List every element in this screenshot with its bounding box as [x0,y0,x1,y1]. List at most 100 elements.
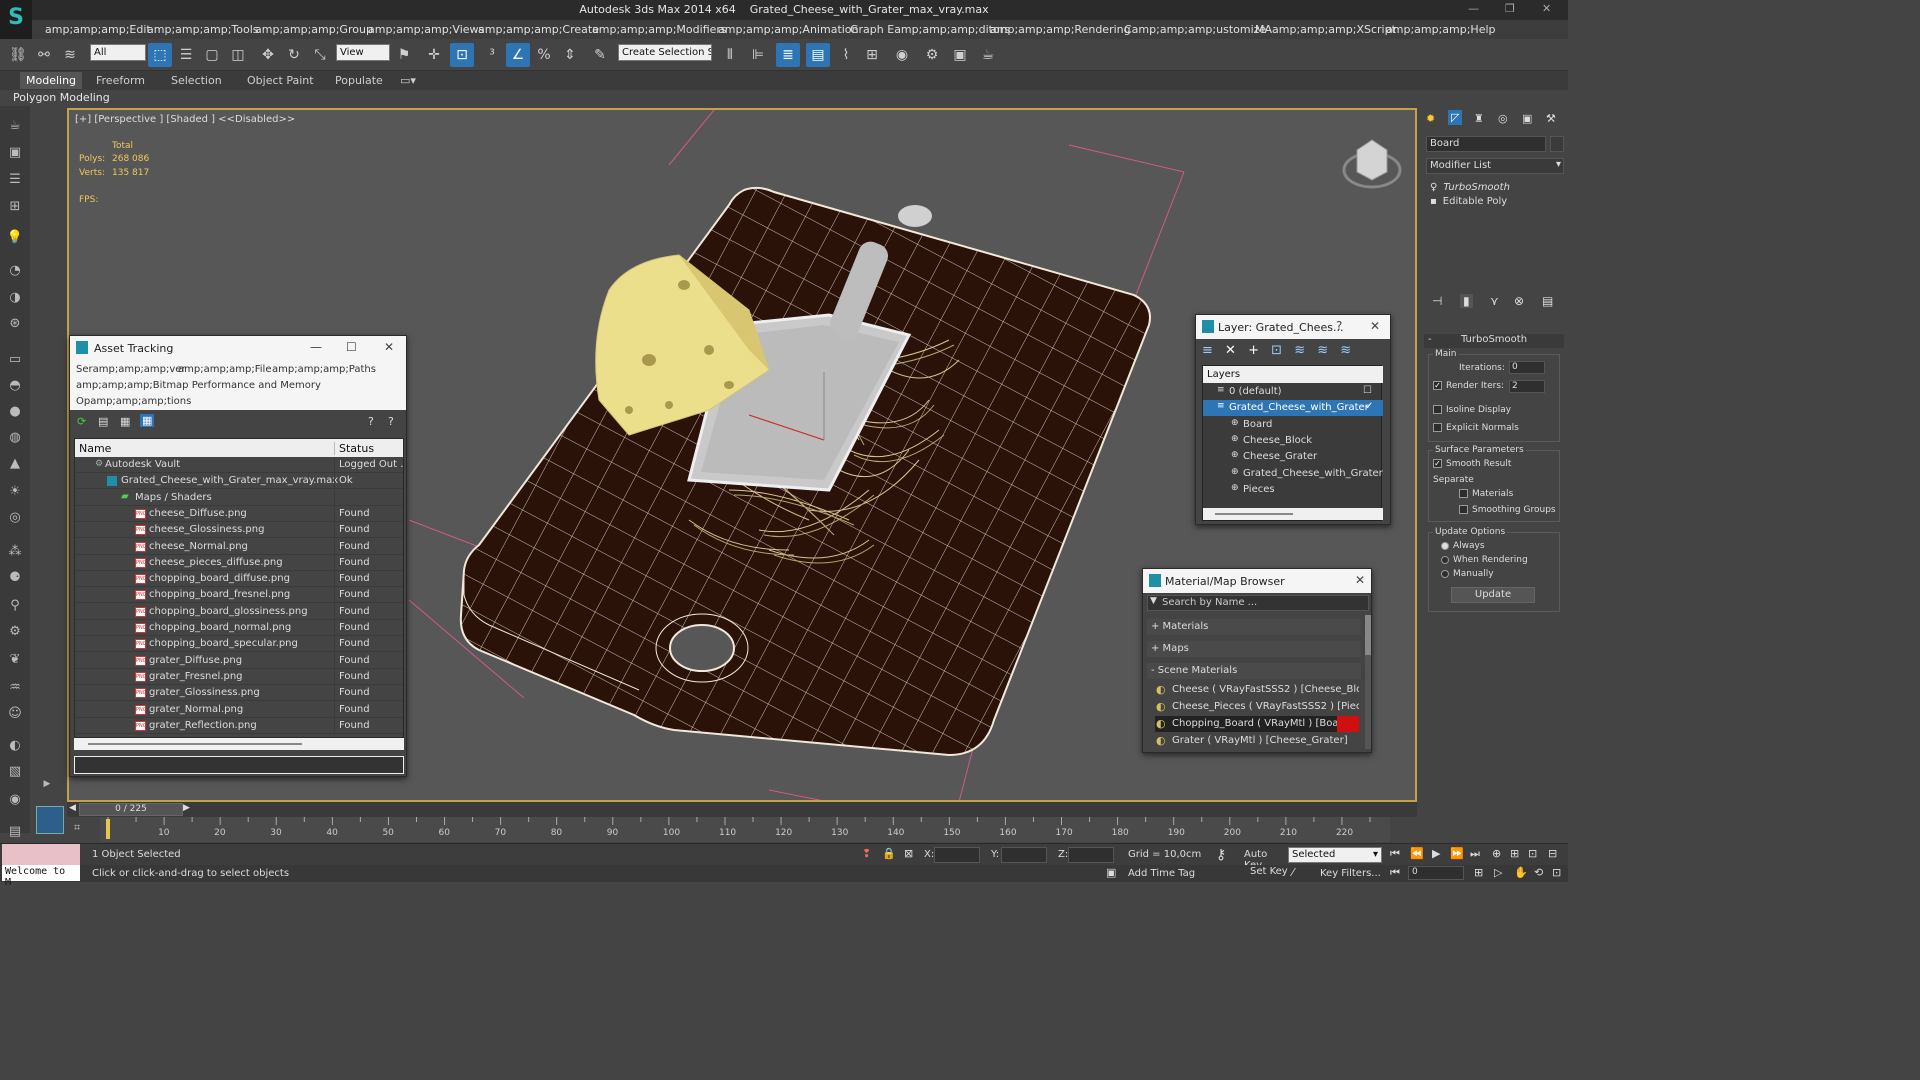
scene-material-item[interactable]: ◐ Chopping_Board ( VRayMtl ) [Board] [1155,716,1359,732]
layer-object-row[interactable]: ⊕ Grated_Cheese_with_Grater [1203,466,1383,482]
goto-end-icon[interactable]: ⏭ [1470,847,1480,861]
select-layer-icon[interactable]: ⊡ [1271,343,1282,358]
menu-file[interactable]: amp;amp;amp;File [178,364,272,375]
stack-item-turbosmooth[interactable]: ♀ TurboSmooth [1426,182,1564,196]
align-icon[interactable]: ⊫ [746,43,770,67]
hair-icon[interactable]: ♒ [5,678,25,698]
menu-views[interactable]: amp;amp;amp;Views [368,23,484,36]
table-row[interactable]: PNG chopping_board_glossiness.png Found [75,603,403,620]
time-slider-thumb[interactable]: 0 / 225 [79,803,183,816]
snap-toggle-icon[interactable]: ³ [480,43,504,67]
layer-object-row[interactable]: ⊕ Pieces [1203,482,1383,498]
render-icon[interactable]: ◉ [5,790,25,810]
material-browser-header[interactable]: Material/Map Browser ✕ [1143,569,1371,593]
biped-icon[interactable]: ⚲ [5,596,25,616]
rendered-frame-window-icon[interactable]: ▣ [948,43,972,67]
display-tab-icon[interactable]: ▣ [1522,112,1532,125]
rotate-icon[interactable]: ↻ [282,43,306,67]
current-layer-check-icon[interactable]: ✓ [1365,401,1373,412]
scale-icon[interactable]: ⤡ [308,43,332,67]
current-frame-field[interactable]: 0 [1408,866,1464,880]
layer-row[interactable]: ≡ Grated_Cheese_with_Grater ✓ [1203,400,1383,417]
table-row[interactable]: PNG chopping_board_fresnel.png Found [75,587,403,604]
script-icon[interactable]: ▤ [5,822,25,842]
gear-icon[interactable]: ⚙ [5,622,25,642]
select-object-icon[interactable]: ⬚ [148,43,172,67]
options-icon[interactable]: ? [388,415,394,428]
table-row[interactable]: PNG chopping_board_diffuse.png Found [75,571,403,588]
globe-icon[interactable]: ◐ [5,736,25,756]
material-search[interactable]: ▼ Search by Name ... [1147,595,1369,611]
menu-rendering[interactable]: amp;amp;amp;Rendering [990,23,1131,36]
tab-modeling[interactable]: Modeling [20,72,83,89]
schematic-view-icon[interactable]: ⊞ [860,43,884,67]
when-rendering-radio[interactable]: When Rendering [1441,555,1528,565]
edit-named-selection-icon[interactable]: ✎ [588,43,612,67]
light-icon[interactable]: 💡 [5,228,25,248]
rectangular-selection-icon[interactable]: ▢ [200,43,224,67]
plant-icon[interactable]: ❦ [5,650,25,670]
grid-icon[interactable]: ⊞ [5,197,25,217]
set-key-icon[interactable]: ⁄ [1292,866,1294,879]
time-slider[interactable]: ◀ 0 / 225 ▶ [67,802,1417,817]
goto-start-icon[interactable]: ⏮ [1390,847,1400,861]
key-icon[interactable]: ⚷ [1216,847,1226,863]
lightbulb-icon[interactable]: ♀ [1430,182,1437,193]
section-materials[interactable]: + Materials [1147,619,1361,635]
layer-manager-icon[interactable]: ≣ [776,43,800,67]
table-row[interactable]: PNG grater_Fresnel.png Found [75,668,403,685]
table-row[interactable]: PNG cheese_Diffuse.png Found [75,505,403,522]
maximize-viewport-icon[interactable]: ⊡ [1552,866,1561,879]
menu-server[interactable]: Seramp;amp;amp;ver [76,364,186,375]
freeze-all-icon[interactable]: ≋ [1340,343,1351,358]
next-frame-icon[interactable]: ⏩ [1450,847,1464,860]
sun-icon[interactable]: ☀ [5,482,25,502]
asset-tracking-header[interactable]: Asset Tracking — ☐ ✕ [70,336,406,360]
time-slider-prev-icon[interactable]: ◀ [69,803,76,813]
add-to-layer-icon[interactable]: + [1248,343,1259,358]
tab-freeform[interactable]: Freeform [96,74,145,87]
list-view-icon[interactable]: ▤ [98,415,108,428]
expand-arrow-icon[interactable]: ▶ [40,774,54,794]
menu-edit[interactable]: amp;amp;amp;Edit [45,23,151,36]
hide-all-icon[interactable]: ≋ [1317,343,1328,358]
expand-icon[interactable]: ▪ [1430,196,1437,207]
spinner-snap-icon[interactable]: ⇕ [558,43,582,67]
pin-stack-icon[interactable]: ⊣ [1432,294,1442,308]
explicit-normals-checkbox[interactable]: Explicit Normals [1433,423,1519,433]
restore-icon[interactable]: ❐ [1505,2,1515,15]
mini-viewport-button[interactable] [36,806,64,834]
update-button[interactable]: Update [1451,587,1535,603]
rollout-header[interactable]: - TurboSmooth [1424,334,1564,348]
materials-checkbox[interactable]: Materials [1459,489,1513,499]
track-bar[interactable]: 10 20 30 40 50 60 70 80 90 100 110 120 130 140 150 160 1… [100,817,1390,842]
zoom-extents-icon[interactable]: ⊡ [1528,847,1537,860]
minimize-icon[interactable]: — [310,340,322,354]
auto-key-button[interactable]: Auto Key [1244,847,1286,871]
search-dropdown-icon[interactable]: ▼ [1150,596,1157,606]
configure-sets-icon[interactable]: ▤ [1542,294,1553,308]
pivot-center-icon[interactable]: ⚑ [392,43,416,67]
set-key-button[interactable]: Set Key [1250,866,1290,881]
menu-help[interactable]: amp;amp;amp;Help [1386,23,1496,36]
column-status[interactable]: Status [334,442,374,455]
minimize-icon[interactable]: — [1468,2,1479,15]
utilities-tab-icon[interactable]: ⚒ [1546,112,1556,125]
reference-coordinate-dropdown[interactable]: View [336,44,390,61]
current-frame-marker[interactable] [106,819,110,839]
selection-filter-dropdown[interactable]: All [90,44,146,61]
keyboard-shortcut-icon[interactable]: ⊡ [450,43,474,67]
modifier-list-dropdown[interactable]: Modifier List ▾ [1426,158,1564,174]
table-row[interactable]: PNG cheese_Glossiness.png Found [75,522,403,539]
stack-item-editable-poly[interactable]: ▪ Editable Poly [1426,196,1564,210]
table-row[interactable]: PNG grater_Normal.png Found [75,701,403,718]
pan-icon[interactable]: ✋ [1514,866,1528,879]
delete-layer-icon[interactable]: ✕ [1225,343,1236,358]
table-view-icon[interactable]: ▦ [120,415,130,428]
object-name-field[interactable]: Board [1426,136,1546,152]
new-layer-icon[interactable]: ≡ [1202,343,1213,358]
render-iters-checkbox[interactable]: ✓ Render Iters: [1433,381,1504,391]
ribbon-options-icon[interactable]: ▭▾ [400,74,416,87]
y-coordinate-field[interactable] [1001,847,1047,863]
section-scene-materials[interactable]: - Scene Materials [1147,663,1361,679]
